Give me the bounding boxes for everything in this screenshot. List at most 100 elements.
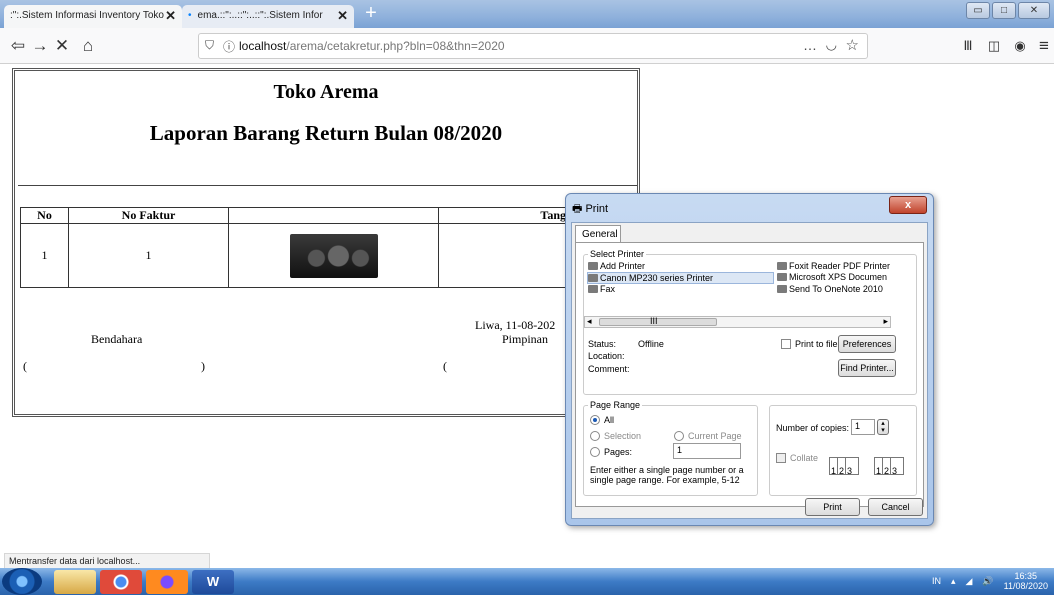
return-table: No No Faktur Tanggal Return B 1 1 2020-0… bbox=[20, 207, 635, 288]
print-to-file-checkbox[interactable]: Print to file bbox=[781, 339, 838, 349]
print-dialog: 🖶 Print x General Select Printer Add Pri… bbox=[565, 193, 934, 526]
printer-item-canon[interactable]: Canon MP230 series Printer bbox=[587, 272, 774, 284]
printer-list[interactable]: Add Printer Canon MP230 series Printer F… bbox=[584, 259, 891, 314]
taskbar: W IN ▴ ◢ 🔊 16:35 11/08/2020 bbox=[0, 568, 1054, 595]
print-button[interactable]: Print bbox=[805, 498, 860, 516]
tab-close-icon[interactable]: ✕ bbox=[165, 8, 176, 24]
left-signature-open: ( bbox=[23, 359, 27, 373]
fax-icon bbox=[588, 285, 598, 293]
dialog-title: 🖶 Print bbox=[572, 203, 609, 215]
new-tab-icon[interactable]: + bbox=[359, 3, 383, 25]
cell-photo bbox=[228, 223, 439, 288]
table-header-row: No No Faktur Tanggal Return B bbox=[20, 207, 635, 224]
window-controls: ▭ □ ✕ bbox=[966, 2, 1050, 19]
maximize-icon[interactable]: □ bbox=[992, 2, 1016, 19]
status-label: Status: bbox=[588, 339, 617, 349]
pages-input[interactable]: 1 bbox=[673, 443, 741, 459]
start-button[interactable] bbox=[2, 568, 42, 595]
preferences-button[interactable]: Preferences bbox=[838, 335, 896, 353]
collate-pages-icon: 123 bbox=[829, 457, 859, 476]
clock[interactable]: 16:35 11/08/2020 bbox=[1004, 571, 1048, 591]
printer-item-add[interactable]: Add Printer bbox=[588, 261, 645, 271]
checkbox-icon bbox=[781, 339, 791, 349]
radio-icon bbox=[590, 447, 600, 457]
printer-item-onenote[interactable]: Send To OneNote 2010 bbox=[777, 284, 883, 294]
printer-list-scrollbar[interactable]: ◂ III ▸ bbox=[584, 316, 891, 328]
tab-general[interactable]: General bbox=[575, 225, 621, 243]
home-icon[interactable]: ⌂ bbox=[78, 36, 98, 56]
place-date: Liwa, 11-08-202 bbox=[475, 318, 556, 332]
radio-icon bbox=[590, 431, 600, 441]
network-icon[interactable]: ◢ bbox=[965, 576, 972, 587]
add-printer-icon bbox=[588, 262, 598, 270]
page-range-label: Page Range bbox=[590, 400, 641, 410]
close-window-icon[interactable]: ✕ bbox=[1018, 2, 1050, 19]
table-row: 1 1 2020-08-11 bbox=[20, 223, 635, 288]
tab-cetak-retur[interactable]: • ema.::":..::":..::":.Sistem Infor ✕ bbox=[182, 5, 354, 28]
loading-dot-icon: • bbox=[188, 10, 192, 21]
language-indicator[interactable]: IN bbox=[932, 576, 941, 586]
firefox-icon[interactable] bbox=[146, 570, 188, 594]
col-header: No Faktur bbox=[68, 207, 229, 224]
word-icon[interactable]: W bbox=[192, 570, 234, 594]
location-label: Location: bbox=[588, 351, 625, 361]
return-report: Toko Arema Laporan Barang Return Bulan 0… bbox=[12, 68, 640, 417]
left-signature-role: Bendahara bbox=[91, 332, 143, 346]
copies-spinner[interactable]: ▴ ▾ bbox=[877, 419, 889, 435]
menu-icon[interactable]: ≡ bbox=[1034, 36, 1054, 56]
shield-icon[interactable]: ⛉ bbox=[205, 38, 214, 53]
general-panel: Select Printer Add Printer Canon MP230 s… bbox=[575, 242, 924, 507]
page-actions-icon[interactable]: … bbox=[803, 37, 817, 53]
tab-title: :":.Sistem Informasi Inventory Toko bbox=[10, 10, 164, 21]
scroll-left-icon[interactable]: ◂ bbox=[587, 316, 592, 327]
select-printer-label: Select Printer bbox=[590, 249, 645, 259]
printer-icon: 🖶 bbox=[572, 203, 583, 215]
scroll-thumb[interactable]: III bbox=[599, 316, 717, 326]
account-icon[interactable]: ◉ bbox=[1010, 36, 1030, 56]
copies-input[interactable]: 1 bbox=[851, 419, 875, 435]
selection-radio[interactable]: Selection bbox=[590, 431, 641, 441]
tray-expand-icon[interactable]: ▴ bbox=[951, 576, 956, 587]
date: 11/08/2020 bbox=[1003, 581, 1048, 591]
forward-icon[interactable]: → bbox=[30, 36, 50, 56]
tab-close-icon[interactable]: ✕ bbox=[337, 8, 348, 24]
cancel-button[interactable]: Cancel bbox=[868, 498, 923, 516]
collate-checkbox[interactable]: Collate bbox=[776, 453, 818, 463]
navigation-toolbar: ⇦ → ✕ ⌂ ⛉ ⓘ localhost/arema/cetakretur.p… bbox=[0, 28, 1054, 64]
tab-sistem-informasi[interactable]: :":.Sistem Informasi Inventory Toko ✕ bbox=[4, 5, 182, 28]
back-icon[interactable]: ⇦ bbox=[8, 36, 28, 56]
product-photo bbox=[289, 233, 378, 278]
printer-icon bbox=[777, 273, 787, 281]
library-icon[interactable]: Ⅲ bbox=[958, 36, 978, 56]
col-header: No bbox=[20, 207, 69, 224]
collate-pages-icon: 123 bbox=[874, 457, 904, 476]
printer-item-fax[interactable]: Fax bbox=[588, 284, 615, 294]
pages-radio[interactable]: Pages: bbox=[590, 447, 632, 457]
scroll-right-icon[interactable]: ▸ bbox=[883, 316, 888, 327]
explorer-icon[interactable] bbox=[54, 570, 96, 594]
info-icon[interactable]: ⓘ bbox=[223, 38, 235, 55]
address-bar[interactable]: ⛉ ⓘ localhost/arema/cetakretur.php?bln=0… bbox=[198, 33, 868, 59]
all-radio[interactable]: All bbox=[590, 415, 614, 425]
printer-icon bbox=[777, 285, 787, 293]
dialog-close-button[interactable]: x bbox=[889, 196, 927, 214]
report-title: Laporan Barang Return Bulan 08/2020 bbox=[149, 121, 503, 145]
bookmark-star-icon[interactable]: ☆ bbox=[846, 36, 859, 54]
stop-icon[interactable]: ✕ bbox=[52, 36, 72, 56]
minimize-icon[interactable]: ▭ bbox=[966, 2, 990, 19]
comment-label: Comment: bbox=[588, 364, 630, 374]
printer-item-foxit[interactable]: Foxit Reader PDF Printer bbox=[777, 261, 890, 271]
left-signature-close: ) bbox=[201, 359, 205, 373]
volume-icon[interactable]: 🔊 bbox=[982, 576, 993, 587]
url-text[interactable]: localhost/arema/cetakretur.php?bln=08&th… bbox=[239, 39, 505, 53]
browser-title-bar: :":.Sistem Informasi Inventory Toko ✕ • e… bbox=[0, 0, 1054, 28]
pocket-icon[interactable]: ◡ bbox=[826, 37, 837, 53]
chrome-icon[interactable] bbox=[100, 570, 142, 594]
printer-item-xps[interactable]: Microsoft XPS Documen bbox=[777, 272, 887, 282]
checkbox-icon bbox=[776, 453, 786, 463]
current-page-radio[interactable]: Current Page bbox=[674, 431, 742, 441]
sidebar-icon[interactable]: ◫ bbox=[984, 36, 1004, 56]
store-name: Toko Arema bbox=[273, 81, 379, 103]
right-signature-open: ( bbox=[443, 359, 447, 373]
find-printer-button[interactable]: Find Printer... bbox=[838, 359, 896, 377]
